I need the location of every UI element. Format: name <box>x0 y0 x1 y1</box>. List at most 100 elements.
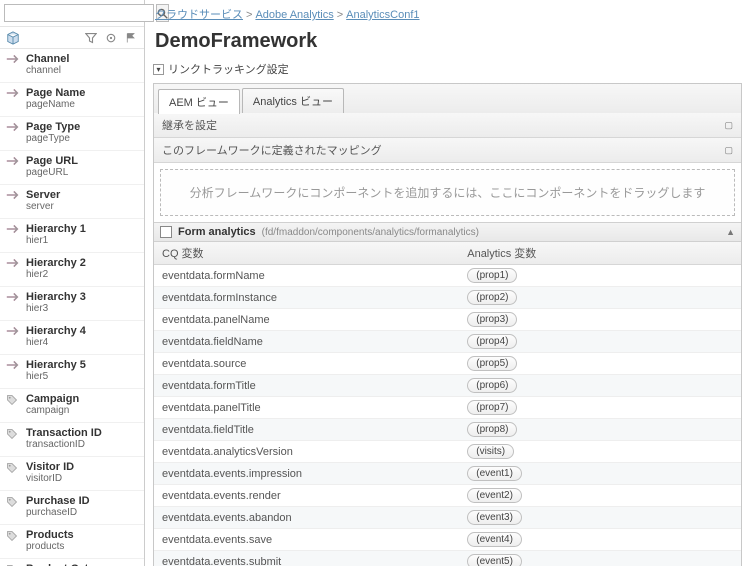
variable-item[interactable]: Product Categoryproduct.category <box>0 558 144 566</box>
tag-icon <box>6 393 20 416</box>
variable-sub: hier3 <box>26 303 138 314</box>
variable-item[interactable]: Page URLpageURL <box>0 150 144 184</box>
sidebar-toolbar <box>0 27 144 49</box>
analytics-variable-pill[interactable]: (prop6) <box>467 378 517 393</box>
variable-sub: hier5 <box>26 371 138 382</box>
section-toggle[interactable]: ▾ リンクトラッキング設定 <box>153 61 742 77</box>
variable-item[interactable]: Channelchannel <box>0 49 144 82</box>
variable-item[interactable]: Hierarchy 1hier1 <box>0 218 144 252</box>
table-row[interactable]: eventdata.events.render(event2) <box>154 485 741 507</box>
settings-panel: 継承を設定 ▢ このフレームワークに定義されたマッピング ▢ 分析フレームワーク… <box>153 113 742 566</box>
variable-sub: server <box>26 201 138 212</box>
variable-title: Page URL <box>26 155 138 167</box>
table-row[interactable]: eventdata.fieldTitle(prop8) <box>154 419 741 441</box>
analytics-variable-pill[interactable]: (prop3) <box>467 312 517 327</box>
variable-item[interactable]: Visitor IDvisitorID <box>0 456 144 490</box>
variable-item[interactable]: Transaction IDtransactionID <box>0 422 144 456</box>
variable-sub: purchaseID <box>26 507 138 518</box>
expand-icon: ▢ <box>724 120 733 131</box>
target-icon[interactable] <box>104 31 118 45</box>
analytics-variable-pill[interactable]: (prop2) <box>467 290 517 305</box>
variable-item[interactable]: Page TypepageType <box>0 116 144 150</box>
variable-sub: hier1 <box>26 235 138 246</box>
search-input[interactable] <box>4 4 154 22</box>
traffic-icon <box>6 121 20 144</box>
table-row[interactable]: eventdata.events.save (event4) <box>154 529 741 551</box>
tab-analytics-view[interactable]: Analytics ビュー <box>242 88 344 113</box>
analytics-variable-pill[interactable]: (event1) <box>467 466 522 481</box>
variable-item[interactable]: Hierarchy 3hier3 <box>0 286 144 320</box>
variable-title: Hierarchy 3 <box>26 291 138 303</box>
crumb-1[interactable]: Adobe Analytics <box>255 9 333 21</box>
variable-sub: pageType <box>26 133 138 144</box>
variable-item[interactable]: Page NamepageName <box>0 82 144 116</box>
component-checkbox[interactable] <box>160 226 172 238</box>
tag-icon <box>6 461 20 484</box>
main: クラウドサービス>Adobe Analytics>AnalyticsConf1 … <box>145 0 750 566</box>
traffic-icon <box>6 189 20 212</box>
inherit-label: 継承を設定 <box>162 117 217 133</box>
table-row[interactable]: eventdata.source(prop5) <box>154 353 741 375</box>
table-row[interactable]: eventdata.formTitle(prop6) <box>154 375 741 397</box>
tab-aem-view[interactable]: AEM ビュー <box>158 89 240 114</box>
analytics-variable-pill[interactable]: (event2) <box>467 488 522 503</box>
variable-item[interactable]: Hierarchy 5hier5 <box>0 354 144 388</box>
component-path: (fd/fmaddon/components/analytics/formana… <box>262 227 479 238</box>
analytics-variable-pill[interactable]: (event3) <box>467 510 522 525</box>
table-row[interactable]: eventdata.formName (prop1) <box>154 265 741 287</box>
analytics-variable-pill[interactable]: (prop7) <box>467 400 517 415</box>
table-row[interactable]: eventdata.formInstance (prop2) <box>154 287 741 309</box>
cq-variable: eventdata.events.abandon <box>154 507 459 529</box>
tag-icon <box>6 427 20 450</box>
crumb-0[interactable]: クラウドサービス <box>155 9 243 21</box>
table-row[interactable]: eventdata.events.submit(event5) <box>154 551 741 566</box>
page-title: DemoFramework <box>145 28 750 61</box>
table-row[interactable]: eventdata.events.impression(event1) <box>154 463 741 485</box>
crumb-2[interactable]: AnalyticsConf1 <box>346 9 419 21</box>
expand-icon: ▢ <box>724 145 733 156</box>
variable-title: Hierarchy 5 <box>26 359 138 371</box>
variable-sub: campaign <box>26 405 138 416</box>
filter-icon[interactable] <box>84 31 98 45</box>
analytics-variable-pill[interactable]: (event5) <box>467 554 522 566</box>
cq-variable: eventdata.formName <box>154 265 459 287</box>
traffic-icon <box>6 359 20 382</box>
table-row[interactable]: eventdata.analyticsVersion(visits) <box>154 441 741 463</box>
component-dropzone[interactable]: 分析フレームワークにコンポーネントを追加するには、ここにコンポーネントをドラッグ… <box>160 169 735 216</box>
flag-icon[interactable] <box>124 31 138 45</box>
cq-variable: eventdata.panelTitle <box>154 397 459 419</box>
chevron-down-icon: ▾ <box>153 64 164 75</box>
analytics-variable-pill[interactable]: (prop5) <box>467 356 517 371</box>
variable-list: ChannelchannelPage NamepageNamePage Type… <box>0 49 144 566</box>
variable-title: Purchase ID <box>26 495 138 507</box>
table-row[interactable]: eventdata.fieldName(prop4) <box>154 331 741 353</box>
analytics-variable-pill[interactable]: (event4) <box>467 532 522 547</box>
variable-item[interactable]: Campaigncampaign <box>0 388 144 422</box>
collapse-icon[interactable]: ▲ <box>726 227 735 237</box>
variable-sub: channel <box>26 65 138 76</box>
variable-item[interactable]: Hierarchy 4hier4 <box>0 320 144 354</box>
analytics-variable-pill[interactable]: (prop8) <box>467 422 517 437</box>
analytics-variable-pill[interactable]: (prop1) <box>467 268 517 283</box>
cube-icon[interactable] <box>6 31 20 45</box>
table-row[interactable]: eventdata.panelTitle (prop7) <box>154 397 741 419</box>
cq-variable: eventdata.events.save <box>154 529 459 551</box>
variable-item[interactable]: Serverserver <box>0 184 144 218</box>
variable-title: Page Type <box>26 121 138 133</box>
component-bar[interactable]: Form analytics (fd/fmaddon/components/an… <box>154 222 741 242</box>
table-row[interactable]: eventdata.events.abandon (event3) <box>154 507 741 529</box>
cq-variable: eventdata.formInstance <box>154 287 459 309</box>
search-row <box>0 0 144 27</box>
traffic-icon <box>6 325 20 348</box>
mapping-row[interactable]: このフレームワークに定義されたマッピング ▢ <box>154 138 741 163</box>
variable-item[interactable]: Purchase IDpurchaseID <box>0 490 144 524</box>
variable-item[interactable]: Productsproducts <box>0 524 144 558</box>
analytics-variable-pill[interactable]: (prop4) <box>467 334 517 349</box>
variable-title: Products <box>26 529 138 541</box>
table-row[interactable]: eventdata.panelName(prop3) <box>154 309 741 331</box>
variable-sub: pageURL <box>26 167 138 178</box>
inherit-row[interactable]: 継承を設定 ▢ <box>154 113 741 138</box>
sidebar: ChannelchannelPage NamepageNamePage Type… <box>0 0 145 566</box>
analytics-variable-pill[interactable]: (visits) <box>467 444 514 459</box>
variable-item[interactable]: Hierarchy 2hier2 <box>0 252 144 286</box>
